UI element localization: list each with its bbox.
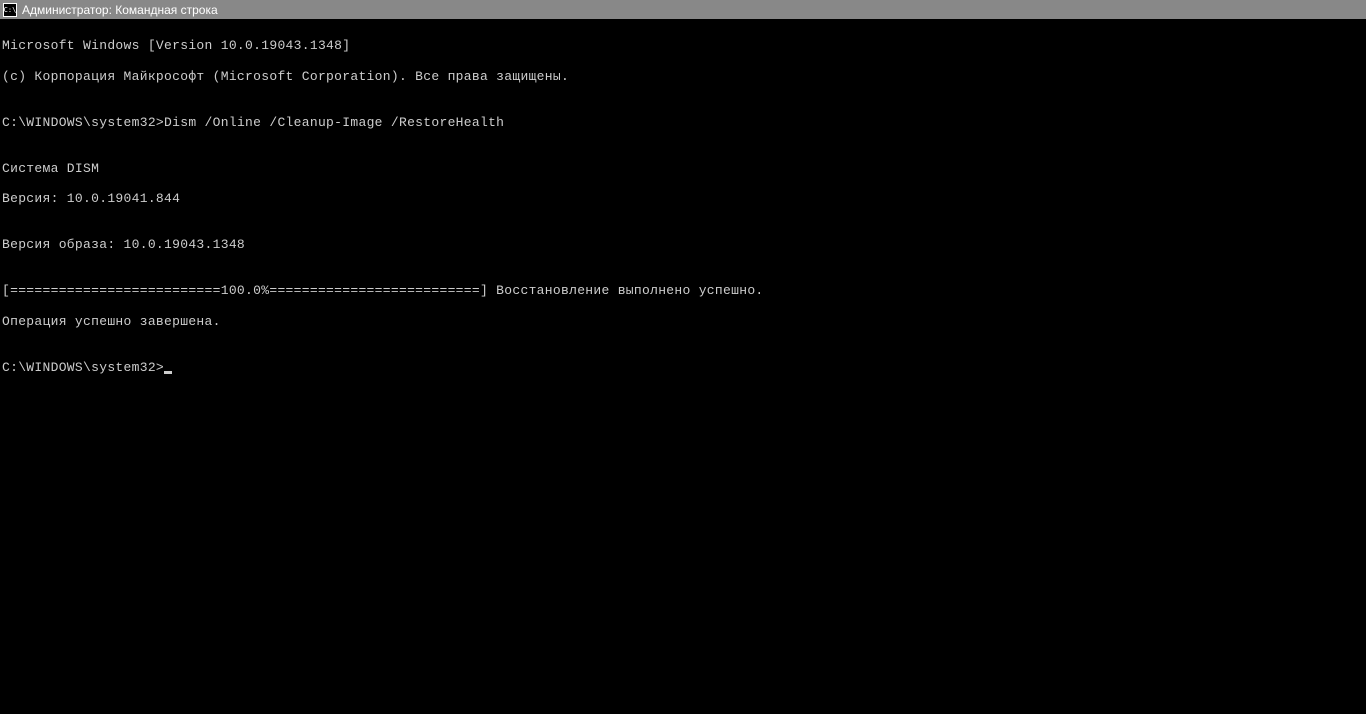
- progress-bar-line: [==========================100.0%=======…: [2, 283, 1364, 298]
- entered-command: Dism /Online /Cleanup-Image /RestoreHeal…: [164, 115, 504, 130]
- terminal-output[interactable]: Microsoft Windows [Version 10.0.19043.13…: [0, 19, 1366, 392]
- image-version: Версия образа: 10.0.19043.1348: [2, 237, 1364, 252]
- dism-header: Cистема DISM: [2, 161, 1364, 176]
- prompt-path: C:\WINDOWS\system32>: [2, 360, 164, 375]
- completion-line: Операция успешно завершена.: [2, 314, 1364, 329]
- command-line: C:\WINDOWS\system32>Dism /Online /Cleanu…: [2, 115, 1364, 130]
- prompt-line: C:\WINDOWS\system32>: [2, 360, 1364, 375]
- copyright-line: (c) Корпорация Майкрософт (Microsoft Cor…: [2, 69, 1364, 84]
- dism-version: Версия: 10.0.19041.844: [2, 191, 1364, 206]
- cursor: [164, 371, 172, 374]
- window-titlebar[interactable]: C:\ Администратор: Командная строка: [0, 0, 1366, 19]
- prompt-path: C:\WINDOWS\system32>: [2, 115, 164, 130]
- os-version-line: Microsoft Windows [Version 10.0.19043.13…: [2, 38, 1364, 53]
- cmd-icon: C:\: [3, 3, 17, 17]
- window-title: Администратор: Командная строка: [22, 3, 218, 17]
